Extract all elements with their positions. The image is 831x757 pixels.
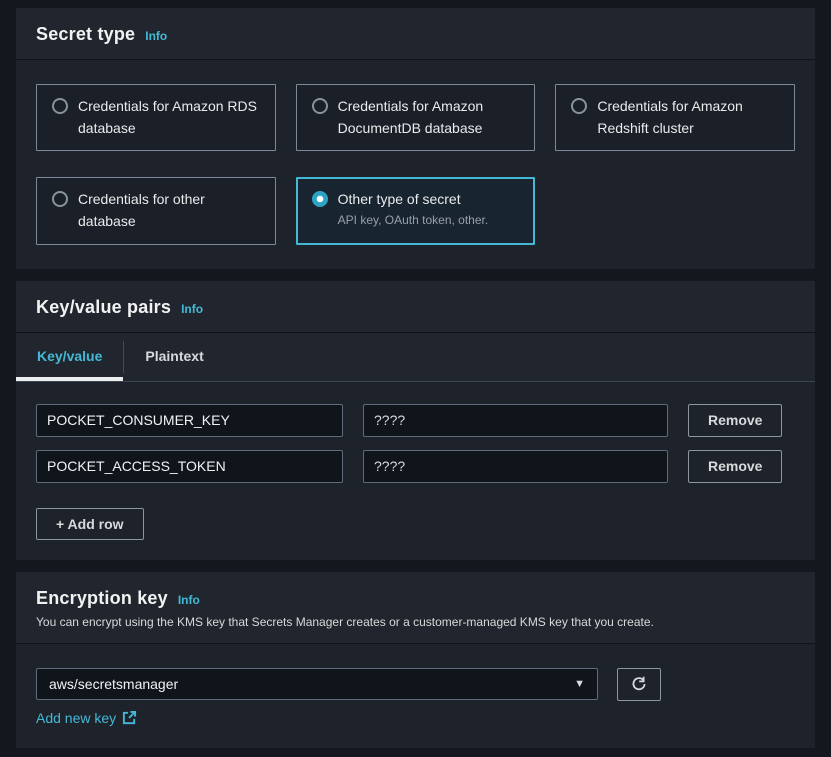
info-link[interactable]: Info bbox=[181, 302, 203, 316]
add-row-button[interactable]: + Add row bbox=[36, 508, 144, 540]
radio-unchecked-icon[interactable] bbox=[571, 98, 587, 114]
encryption-key-header: Encryption key Info You can encrypt usin… bbox=[16, 572, 815, 644]
option-other-database[interactable]: Credentials for other database bbox=[36, 177, 276, 244]
key-value-pairs-panel: Key/value pairs Info Key/value Plaintext… bbox=[16, 281, 815, 560]
option-label: Credentials for Amazon Redshift cluster bbox=[597, 96, 779, 139]
secret-value-input[interactable] bbox=[363, 450, 668, 483]
kms-key-selected-value: aws/secretsmanager bbox=[49, 676, 178, 692]
secret-key-input[interactable] bbox=[36, 450, 343, 483]
panel-title: Encryption key bbox=[36, 588, 168, 609]
radio-checked-icon[interactable] bbox=[312, 191, 328, 207]
key-value-pairs-header: Key/value pairs Info bbox=[16, 281, 815, 333]
option-label: Credentials for other database bbox=[78, 189, 260, 232]
kv-row: Remove bbox=[36, 450, 795, 483]
option-documentdb[interactable]: Credentials for Amazon DocumentDB databa… bbox=[296, 84, 536, 151]
radio-unchecked-icon[interactable] bbox=[312, 98, 328, 114]
kv-row: Remove bbox=[36, 404, 795, 437]
secret-type-panel: Secret type Info Credentials for Amazon … bbox=[16, 8, 815, 269]
remove-row-button[interactable]: Remove bbox=[688, 404, 782, 437]
encryption-key-description: You can encrypt using the KMS key that S… bbox=[36, 615, 795, 629]
secret-type-header: Secret type Info bbox=[16, 8, 815, 60]
secret-key-input[interactable] bbox=[36, 404, 343, 437]
tab-key-value[interactable]: Key/value bbox=[16, 333, 123, 381]
option-redshift[interactable]: Credentials for Amazon Redshift cluster bbox=[555, 84, 795, 151]
add-new-key-label: Add new key bbox=[36, 710, 116, 726]
panel-title: Key/value pairs bbox=[36, 297, 171, 318]
encryption-key-panel: Encryption key Info You can encrypt usin… bbox=[16, 572, 815, 748]
option-label: Other type of secret bbox=[338, 189, 489, 211]
panel-title: Secret type bbox=[36, 24, 135, 45]
info-link[interactable]: Info bbox=[145, 29, 167, 43]
encryption-key-body: aws/secretsmanager ▼ Add new key bbox=[16, 644, 815, 748]
external-link-icon bbox=[122, 710, 137, 725]
add-new-key-link[interactable]: Add new key bbox=[36, 710, 137, 726]
option-sublabel: API key, OAuth token, other. bbox=[338, 213, 489, 227]
radio-unchecked-icon[interactable] bbox=[52, 191, 68, 207]
info-link[interactable]: Info bbox=[178, 593, 200, 607]
refresh-icon bbox=[630, 675, 648, 693]
kv-tabbar: Key/value Plaintext bbox=[16, 333, 815, 382]
remove-row-button[interactable]: Remove bbox=[688, 450, 782, 483]
option-label: Credentials for Amazon RDS database bbox=[78, 96, 260, 139]
option-label: Credentials for Amazon DocumentDB databa… bbox=[338, 96, 520, 139]
radio-unchecked-icon[interactable] bbox=[52, 98, 68, 114]
tab-plaintext[interactable]: Plaintext bbox=[124, 333, 224, 381]
option-rds[interactable]: Credentials for Amazon RDS database bbox=[36, 84, 276, 151]
empty-grid-cell bbox=[555, 177, 795, 244]
option-other-type-of-secret[interactable]: Other type of secret API key, OAuth toke… bbox=[296, 177, 536, 244]
chevron-down-icon: ▼ bbox=[574, 678, 585, 690]
secret-value-input[interactable] bbox=[363, 404, 668, 437]
kms-key-select[interactable]: aws/secretsmanager ▼ bbox=[36, 668, 598, 700]
secret-type-options: Credentials for Amazon RDS database Cred… bbox=[16, 60, 815, 269]
kv-body: Remove Remove + Add row bbox=[16, 382, 815, 560]
refresh-button[interactable] bbox=[617, 668, 661, 701]
